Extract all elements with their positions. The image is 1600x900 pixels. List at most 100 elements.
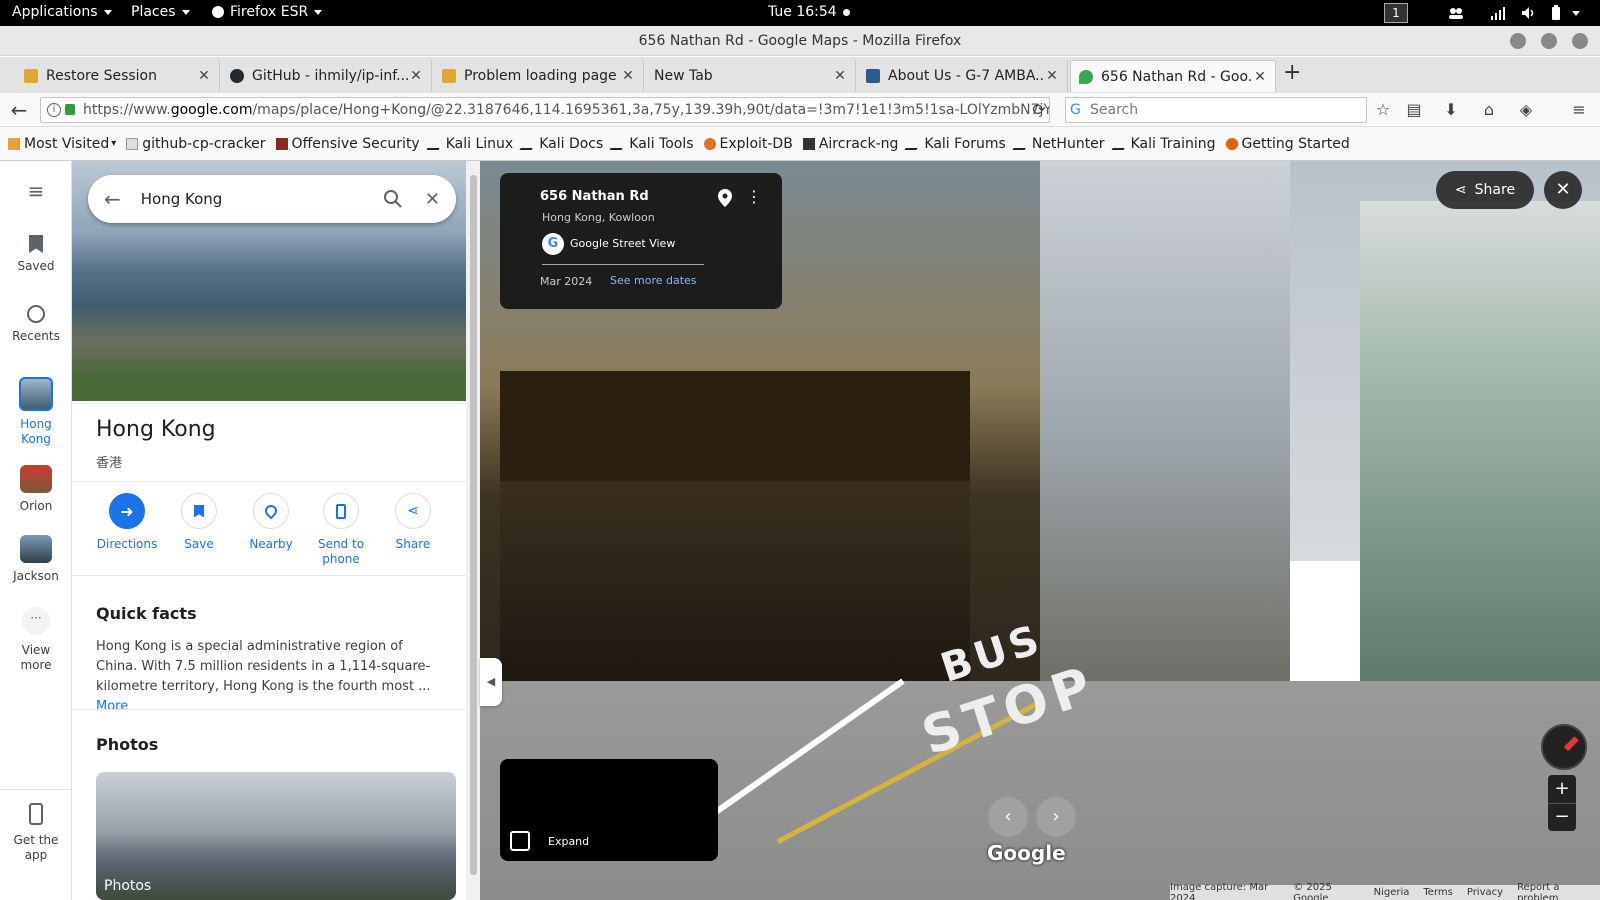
bookmark-kali-linux[interactable]: Kali Linux	[426, 135, 514, 152]
zoom-in-button[interactable]: +	[1548, 775, 1576, 803]
rail-saved[interactable]: Saved	[0, 235, 72, 273]
tab-restore-session[interactable]: Restore Session ✕	[16, 60, 220, 92]
minimize-button[interactable]	[1510, 33, 1526, 49]
save-button[interactable]: Save	[166, 493, 232, 551]
clock[interactable]: Tue 16:54	[768, 4, 850, 20]
maps-content: ≡ Saved Recents Hong Kong Orion Jackson …	[0, 161, 1600, 900]
places-menu[interactable]: Places	[131, 4, 190, 20]
firefox-app-menu[interactable]: Firefox ESR	[212, 4, 323, 20]
battery-icon[interactable]	[1548, 5, 1564, 21]
offsec-icon	[275, 137, 288, 150]
applications-menu[interactable]: Applications	[12, 4, 112, 20]
report-problem-link[interactable]: Report a problem	[1517, 882, 1592, 900]
location-pin-icon[interactable]	[718, 189, 732, 207]
signal-icon[interactable]	[1490, 5, 1506, 21]
bookmark-kali-docs[interactable]: Kali Docs	[519, 136, 603, 152]
bookmark-kali-tools[interactable]: Kali Tools	[609, 136, 694, 152]
tab-google-maps[interactable]: 656 Nathan Rd - Goo... ✕	[1070, 60, 1276, 92]
bookmark-nethunter[interactable]: NetHunter	[1012, 136, 1105, 152]
sv-share-button[interactable]: ⋖ Share	[1436, 171, 1534, 209]
pocket-icon[interactable]: ◈	[1517, 101, 1535, 119]
reading-list-icon[interactable]: ▤	[1405, 101, 1423, 119]
close-window-button[interactable]	[1572, 33, 1588, 49]
maps-side-rail: ≡ Saved Recents Hong Kong Orion Jackson …	[0, 161, 72, 900]
bookmark-label: Kali Linux	[445, 135, 514, 152]
action-label: Directions	[96, 537, 158, 551]
url-bar[interactable]: i https://www. google.com/maps/place/Hong…	[40, 97, 1050, 123]
sv-expand-label[interactable]: Expand	[548, 835, 589, 848]
share-button[interactable]: ⋖ Share	[380, 493, 446, 551]
clear-search-icon[interactable]: ✕	[425, 189, 440, 210]
rail-recent-orion[interactable]: Orion	[0, 465, 72, 513]
bookmark-offensive-security[interactable]: Offensive Security	[275, 136, 420, 152]
street-view[interactable]: BUS STOP 656 Nathan Rd Hong Kong, Kowloo…	[480, 161, 1600, 900]
directions-button[interactable]: ➜ Directions	[94, 493, 160, 551]
hamburger-menu-icon[interactable]: ≡	[1570, 101, 1588, 119]
expand-icon[interactable]	[510, 831, 530, 851]
search-icon[interactable]	[383, 189, 403, 209]
tab-new-tab[interactable]: New Tab ✕	[646, 60, 856, 92]
see-more-dates-link[interactable]: See more dates	[610, 274, 697, 287]
close-tab-icon[interactable]: ✕	[1253, 69, 1267, 85]
web-search-input[interactable]: G Search	[1065, 97, 1367, 123]
new-tab-plus-icon[interactable]: +	[1283, 60, 1301, 85]
rail-view-more[interactable]: ··· View more	[0, 607, 72, 673]
collapse-panel-button[interactable]: ◀	[480, 658, 502, 706]
bookmark-most-visited[interactable]: Most Visited ▾	[8, 136, 116, 152]
privacy-link[interactable]: Privacy	[1467, 887, 1503, 898]
tab-problem-loading[interactable]: Problem loading page ✕	[434, 60, 644, 92]
close-tab-icon[interactable]: ✕	[197, 68, 211, 84]
sv-close-button[interactable]: ✕	[1544, 171, 1582, 209]
downloads-icon[interactable]: ⬇	[1442, 101, 1460, 119]
volume-icon[interactable]	[1520, 5, 1536, 21]
bookmark-getting-started[interactable]: Getting Started	[1225, 136, 1350, 152]
sv-next-arrow[interactable]: ›	[1036, 797, 1076, 837]
kali-dragon-icon	[1111, 137, 1131, 150]
quick-facts-more-link[interactable]: More	[96, 699, 128, 714]
more-dots-icon: ···	[22, 607, 50, 635]
firefox-icon	[212, 6, 224, 18]
compass-icon[interactable]	[1541, 724, 1587, 770]
url-path: /maps/place/Hong+Kong/@22.3187646,114.16…	[252, 102, 1050, 118]
close-tab-icon[interactable]: ✕	[1045, 68, 1059, 84]
people-icon[interactable]	[1448, 5, 1464, 21]
bookmark-star-icon[interactable]: ☆	[1374, 101, 1392, 119]
bookmark-aircrack-ng[interactable]: Aircrack-ng	[802, 136, 898, 152]
bookmark-exploit-db[interactable]: Exploit-DB	[703, 136, 793, 152]
region-link[interactable]: Nigeria	[1374, 887, 1410, 898]
compass-needle	[1563, 736, 1579, 752]
bookmark-kali-training[interactable]: Kali Training	[1111, 136, 1216, 152]
divider	[72, 575, 466, 576]
tab-github[interactable]: GitHub - ihmily/ip-inf... ✕	[222, 60, 432, 92]
system-menu-chevron-icon[interactable]	[1572, 11, 1580, 16]
rail-recent-jackson[interactable]: Jackson	[0, 535, 72, 583]
bookmark-github-cp-cracker[interactable]: github-cp-cracker	[126, 136, 266, 152]
bookmark-kali-forums[interactable]: Kali Forums	[904, 136, 1006, 152]
zoom-out-button[interactable]: −	[1548, 803, 1576, 831]
more-options-icon[interactable]: ⋮	[746, 187, 762, 206]
info-icon[interactable]: i	[47, 103, 61, 117]
rail-recents[interactable]: Recents	[0, 305, 72, 343]
rail-recent-hong-kong[interactable]: Hong Kong	[0, 377, 72, 447]
maximize-button[interactable]	[1541, 33, 1557, 49]
rail-get-app[interactable]: Get the app	[0, 803, 72, 863]
workspace-indicator[interactable]: 1	[1384, 3, 1408, 23]
send-to-phone-button[interactable]: Send to phone	[308, 493, 374, 567]
sv-shop-sign	[500, 371, 970, 481]
close-tab-icon[interactable]: ✕	[621, 68, 635, 84]
sv-minimap[interactable]: Expand	[500, 759, 718, 861]
main-menu-icon[interactable]: ≡	[0, 179, 72, 203]
sv-previous-arrow[interactable]: ‹	[988, 797, 1028, 837]
search-input[interactable]: Hong Kong	[141, 190, 383, 208]
close-tab-icon[interactable]: ✕	[833, 68, 847, 84]
home-icon[interactable]: ⌂	[1480, 101, 1498, 119]
back-arrow-icon[interactable]: ←	[10, 100, 28, 120]
terms-link[interactable]: Terms	[1423, 887, 1452, 898]
panel-scrollbar-thumb[interactable]	[470, 175, 477, 875]
close-tab-icon[interactable]: ✕	[409, 68, 423, 84]
back-arrow-icon[interactable]: ←	[104, 187, 121, 211]
nearby-button[interactable]: Nearby	[238, 493, 304, 551]
photos-card[interactable]: Photos	[96, 772, 456, 900]
reload-icon[interactable]: ⟳	[1030, 101, 1048, 119]
tab-about-us[interactable]: About Us - G-7 AMBA... ✕	[858, 60, 1068, 92]
